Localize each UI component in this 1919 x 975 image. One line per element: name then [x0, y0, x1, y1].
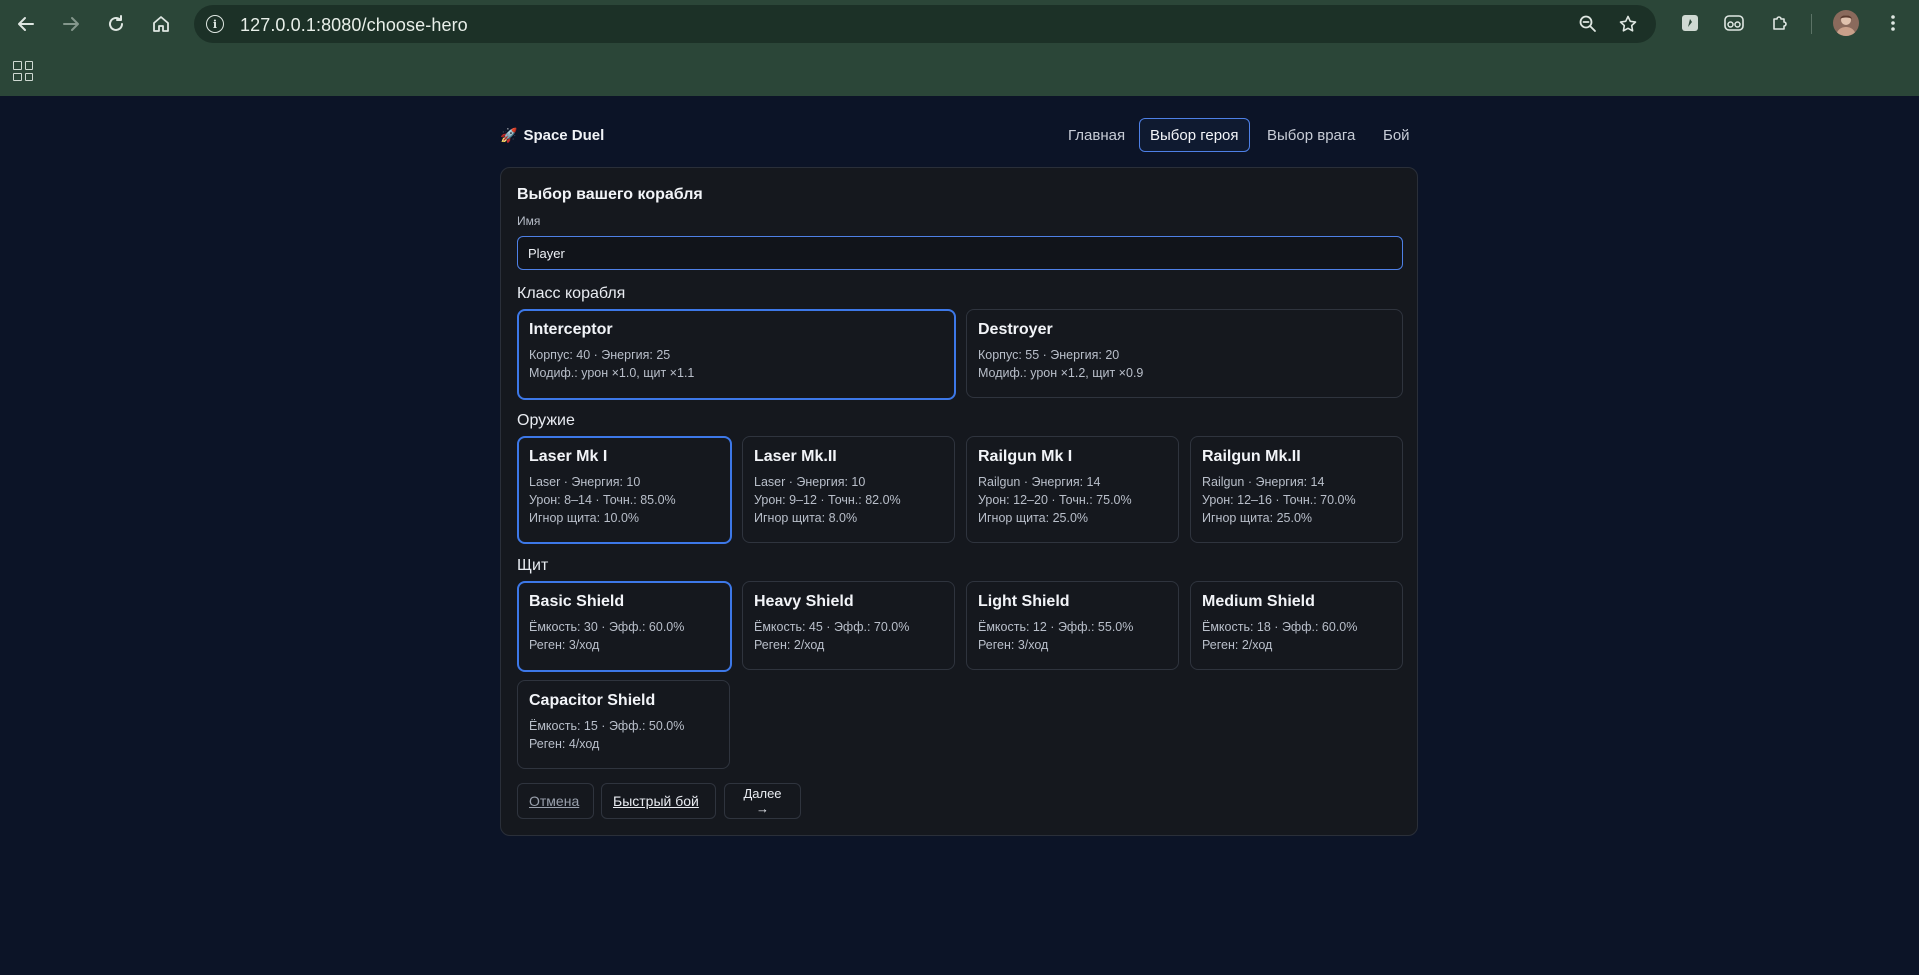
- panel-title: Выбор вашего корабля: [517, 186, 703, 203]
- weapon-card-laser-mk2[interactable]: Laser Mk.II Laser · Энергия: 10 Урон: 9–…: [742, 436, 955, 543]
- card-stats: Корпус: 40 · Энергия: 25: [529, 348, 671, 362]
- zoom-icon[interactable]: [1577, 13, 1599, 35]
- bookmarks-bar: [0, 48, 1919, 96]
- card-shield-ignore: Игнор щита: 25.0%: [1202, 511, 1313, 525]
- card-modifiers: Модиф.: урон ×1.2, щит ×0.9: [978, 366, 1144, 380]
- card-type-energy: Railgun · Энергия: 14: [1202, 475, 1325, 489]
- card-shield-ignore: Игнор щита: 25.0%: [978, 511, 1089, 525]
- card-title: Capacitor Shield: [529, 692, 656, 709]
- card-title: Laser Mk I: [529, 448, 608, 465]
- site-info-icon[interactable]: i: [206, 15, 224, 33]
- nav-choose-enemy[interactable]: Выбор врага: [1256, 118, 1366, 152]
- card-capacity: Ёмкость: 18 · Эфф.: 60.0%: [1202, 620, 1358, 634]
- card-damage-accuracy: Урон: 12–16 · Точн.: 70.0%: [1202, 493, 1356, 507]
- shield-card-basic[interactable]: Basic Shield Ёмкость: 30 · Эфф.: 60.0% Р…: [517, 581, 732, 672]
- card-type-energy: Laser · Энергия: 10: [529, 475, 641, 489]
- card-title: Laser Mk.II: [754, 448, 837, 465]
- nav-choose-hero[interactable]: Выбор героя: [1139, 118, 1250, 152]
- reload-icon[interactable]: [100, 8, 132, 40]
- home-icon[interactable]: [145, 8, 177, 40]
- browser-toolbar: i 127.0.0.1:8080/choose-hero: [0, 0, 1919, 48]
- extension-glasses-icon[interactable]: [1723, 12, 1745, 34]
- app-header: 🚀 Space Duel Главная Выбор героя Выбор в…: [500, 118, 1418, 154]
- card-damage-accuracy: Урон: 9–12 · Точн.: 82.0%: [754, 493, 901, 507]
- ship-class-label: Класс корабля: [517, 285, 626, 302]
- card-regen: Реген: 2/ход: [754, 638, 825, 652]
- weapon-label: Оружие: [517, 412, 575, 429]
- rocket-icon: 🚀: [500, 127, 518, 143]
- shield-card-heavy[interactable]: Heavy Shield Ёмкость: 45 · Эфф.: 70.0% Р…: [742, 581, 955, 670]
- card-capacity: Ёмкость: 30 · Эфф.: 60.0%: [529, 620, 685, 634]
- card-title: Interceptor: [529, 321, 613, 338]
- quick-battle-button[interactable]: Быстрый бой: [601, 783, 716, 819]
- card-title: Heavy Shield: [754, 593, 854, 610]
- weapon-card-railgun-mk2[interactable]: Railgun Mk.II Railgun · Энергия: 14 Урон…: [1190, 436, 1403, 543]
- card-type-energy: Railgun · Энергия: 14: [978, 475, 1101, 489]
- ship-class-card-destroyer[interactable]: Destroyer Корпус: 55 · Энергия: 20 Модиф…: [966, 309, 1403, 398]
- card-title: Medium Shield: [1202, 593, 1315, 610]
- card-capacity: Ёмкость: 45 · Эфф.: 70.0%: [754, 620, 910, 634]
- name-label: Имя: [517, 214, 541, 228]
- card-damage-accuracy: Урон: 12–20 · Точн.: 75.0%: [978, 493, 1132, 507]
- card-capacity: Ёмкость: 12 · Эфф.: 55.0%: [978, 620, 1134, 634]
- weapon-card-railgun-mk1[interactable]: Railgun Mk I Railgun · Энергия: 14 Урон:…: [966, 436, 1179, 543]
- brand-label: Space Duel: [523, 127, 605, 144]
- back-icon[interactable]: [10, 8, 42, 40]
- next-button[interactable]: Далее →: [724, 783, 801, 819]
- url-text: 127.0.0.1:8080/choose-hero: [240, 15, 468, 35]
- shield-card-capacitor[interactable]: Capacitor Shield Ёмкость: 15 · Эфф.: 50.…: [517, 680, 730, 769]
- card-capacity: Ёмкость: 15 · Эфф.: 50.0%: [529, 719, 685, 733]
- weapon-card-laser-mk1[interactable]: Laser Mk I Laser · Энергия: 10 Урон: 8–1…: [517, 436, 732, 544]
- card-regen: Реген: 3/ход: [529, 638, 600, 652]
- browser-chrome: i 127.0.0.1:8080/choose-hero: [0, 0, 1919, 96]
- card-regen: Реген: 3/ход: [978, 638, 1049, 652]
- card-regen: Реген: 4/ход: [529, 737, 600, 751]
- name-input[interactable]: [517, 236, 1403, 270]
- card-type-energy: Laser · Энергия: 10: [754, 475, 866, 489]
- address-bar[interactable]: i 127.0.0.1:8080/choose-hero: [194, 5, 1656, 43]
- card-title: Basic Shield: [529, 593, 625, 610]
- shield-card-medium[interactable]: Medium Shield Ёмкость: 18 · Эфф.: 60.0% …: [1190, 581, 1403, 670]
- profile-avatar[interactable]: [1833, 10, 1859, 36]
- card-modifiers: Модиф.: урон ×1.0, щит ×1.1: [529, 366, 695, 380]
- ship-class-card-interceptor[interactable]: Interceptor Корпус: 40 · Энергия: 25 Мод…: [517, 309, 956, 400]
- extension-compass-icon[interactable]: [1679, 12, 1701, 34]
- card-title: Railgun Mk I: [978, 448, 1073, 465]
- toolbar-divider: [1811, 14, 1812, 34]
- hero-selection-panel: Выбор вашего корабля Имя Класс корабля I…: [500, 167, 1418, 836]
- card-damage-accuracy: Урон: 8–14 · Точн.: 85.0%: [529, 493, 676, 507]
- forward-icon[interactable]: [55, 8, 87, 40]
- nav-battle[interactable]: Бой: [1372, 118, 1421, 152]
- cancel-button[interactable]: Отмена: [517, 783, 594, 819]
- nav-home[interactable]: Главная: [1057, 118, 1136, 152]
- card-title: Railgun Mk.II: [1202, 448, 1301, 465]
- card-title: Light Shield: [978, 593, 1070, 610]
- card-stats: Корпус: 55 · Энергия: 20: [978, 348, 1120, 362]
- apps-grid-icon[interactable]: [13, 61, 33, 81]
- menu-kebab-icon[interactable]: [1882, 12, 1904, 34]
- shield-card-light[interactable]: Light Shield Ёмкость: 12 · Эфф.: 55.0% Р…: [966, 581, 1179, 670]
- card-regen: Реген: 2/ход: [1202, 638, 1273, 652]
- shield-label: Щит: [517, 557, 549, 574]
- extensions-puzzle-icon[interactable]: [1769, 12, 1791, 34]
- brand[interactable]: 🚀 Space Duel: [500, 127, 604, 144]
- card-title: Destroyer: [978, 321, 1053, 338]
- card-shield-ignore: Игнор щита: 10.0%: [529, 511, 640, 525]
- bookmark-star-icon[interactable]: [1617, 13, 1639, 35]
- card-shield-ignore: Игнор щита: 8.0%: [754, 511, 858, 525]
